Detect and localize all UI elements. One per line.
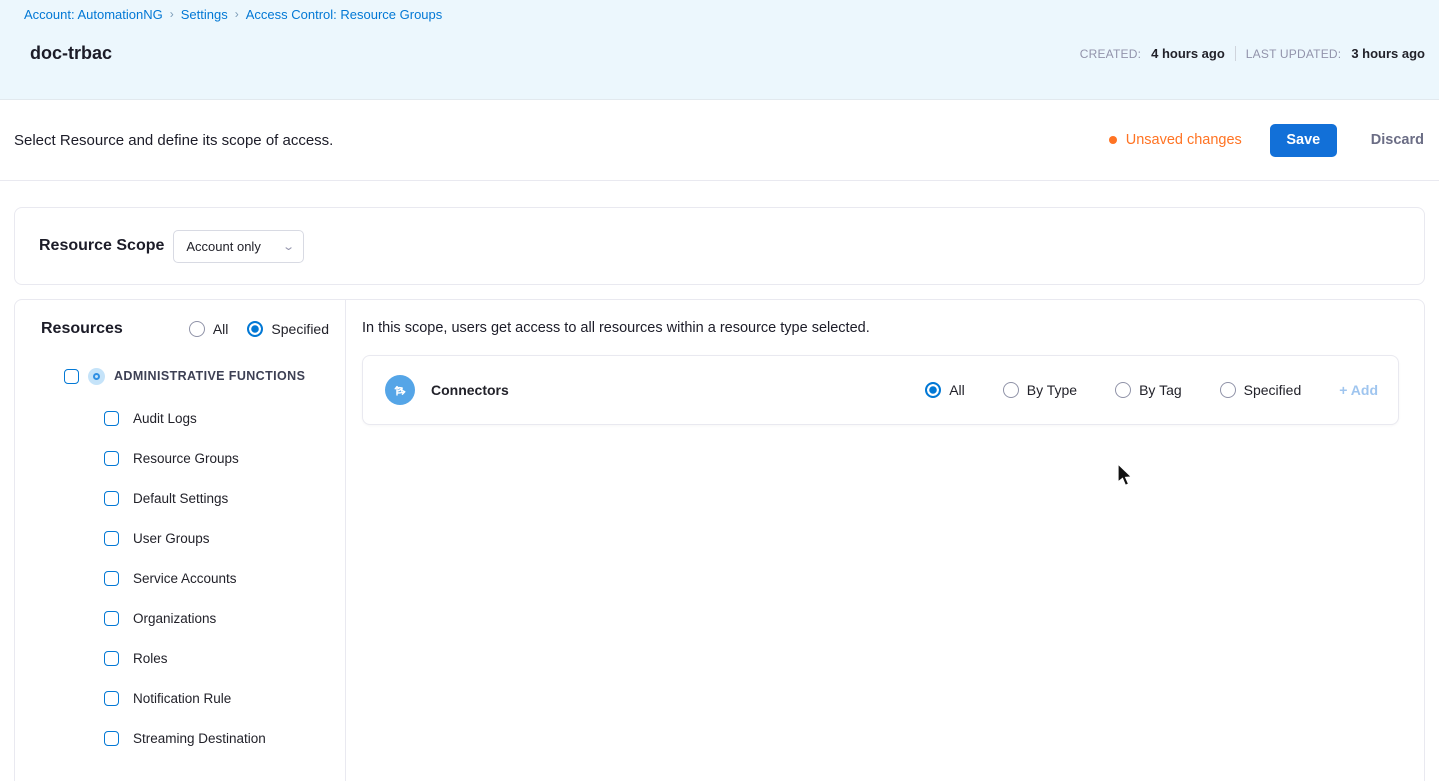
group-checkbox[interactable] [64, 368, 79, 384]
resource-group-detail-page: Account: AutomationNG › Settings › Acces… [0, 0, 1439, 782]
connectors-label: Connectors [431, 382, 509, 398]
breadcrumb-separator-icon: › [234, 7, 239, 21]
tree-item-label: Streaming Destination [133, 730, 266, 746]
toolbar: Select Resource and define its scope of … [0, 100, 1439, 181]
radio-selected-icon [247, 321, 264, 337]
radio-unselected-icon [1002, 382, 1019, 398]
connectors-radio-all[interactable]: All [925, 382, 965, 398]
radio-specified-label: Specified [271, 321, 329, 337]
scope-description: In this scope, users get access to all r… [362, 320, 870, 336]
resource-scope-panel: Resource Scope Account only ⌄ [14, 207, 1425, 285]
tree-item-label: Default Settings [133, 490, 229, 506]
item-checkbox[interactable] [104, 690, 119, 706]
admin-functions-bullet-icon [88, 367, 105, 385]
item-checkbox[interactable] [104, 530, 119, 546]
toolbar-description: Select Resource and define its scope of … [14, 131, 334, 149]
created-label: CREATED: [1079, 46, 1142, 61]
resource-scope-selected-value: Account only [186, 238, 261, 254]
item-checkbox[interactable] [104, 490, 119, 506]
tree-item-label: Organizations [133, 610, 217, 626]
page-header: Account: AutomationNG › Settings › Acces… [0, 0, 1439, 100]
tree-item-label: Service Accounts [133, 570, 237, 586]
tree-group-administrative-functions[interactable]: ADMINISTRATIVE FUNCTIONS [15, 365, 345, 387]
radio-unselected-icon [1219, 382, 1236, 398]
radio-specified[interactable]: Specified [247, 321, 329, 337]
connectors-icon [385, 375, 415, 405]
radio-unselected-icon [188, 321, 205, 337]
connectors-radio-by-tag-label: By Tag [1139, 382, 1182, 398]
header-meta: CREATED: 4 hours ago LAST UPDATED: 3 hou… [1080, 46, 1425, 61]
tree-item-resource-groups[interactable]: Resource Groups [15, 438, 345, 478]
resources-panel: Resources All Specified ADMINISTRATIVE F… [14, 299, 1425, 781]
last-updated-label: LAST UPDATED: [1245, 46, 1342, 61]
tree-item-label: Audit Logs [133, 410, 197, 426]
add-connectors-link[interactable]: + Add [1339, 382, 1378, 398]
item-checkbox[interactable] [104, 730, 119, 746]
tree-item-roles[interactable]: Roles [15, 638, 345, 678]
resources-mode-radio-group: All Specified [188, 321, 329, 337]
connectors-radio-specified-label: Specified [1243, 382, 1302, 398]
page-title: doc-trbac [30, 43, 113, 63]
breadcrumb-settings-link[interactable]: Settings [181, 7, 228, 22]
resource-scope-dropdown[interactable]: Account only ⌄ [173, 229, 305, 263]
tree-item-default-settings[interactable]: Default Settings [15, 478, 345, 518]
item-checkbox[interactable] [104, 410, 119, 426]
chevron-down-icon: ⌄ [282, 240, 296, 253]
radio-all-label: All [212, 321, 229, 337]
connectors-radio-by-type[interactable]: By Type [1002, 382, 1078, 398]
connectors-radio-specified[interactable]: Specified [1219, 382, 1302, 398]
unsaved-dot-icon [1108, 136, 1117, 144]
tree-item-label: Resource Groups [133, 450, 239, 466]
connectors-radio-by-tag[interactable]: By Tag [1115, 382, 1182, 398]
tree-item-label: Roles [133, 650, 168, 666]
group-label: ADMINISTRATIVE FUNCTIONS [114, 369, 306, 383]
breadcrumb-account-link[interactable]: Account: AutomationNG [24, 7, 163, 22]
unsaved-changes-badge: Unsaved changes [1108, 132, 1242, 148]
breadcrumb-access-control-link[interactable]: Access Control: Resource Groups [246, 7, 443, 22]
resources-sidebar: Resources All Specified ADMINISTRATIVE F… [15, 300, 346, 781]
tree-item-service-accounts[interactable]: Service Accounts [15, 558, 345, 598]
resource-type-tree: ADMINISTRATIVE FUNCTIONS Audit Logs Reso… [15, 365, 345, 758]
tree-item-label: Notification Rule [133, 690, 232, 706]
connectors-row: Connectors All By Type By Tag Specified … [362, 355, 1399, 425]
radio-all[interactable]: All [188, 321, 229, 337]
item-checkbox[interactable] [104, 450, 119, 466]
connectors-radio-all-label: All [949, 382, 965, 398]
meta-divider [1234, 46, 1236, 61]
resources-detail: In this scope, users get access to all r… [346, 300, 1424, 781]
last-updated-value: 3 hours ago [1351, 46, 1425, 61]
tree-item-streaming-destination[interactable]: Streaming Destination [15, 718, 345, 758]
tree-item-label: User Groups [133, 530, 210, 546]
tree-item-audit-logs[interactable]: Audit Logs [15, 398, 345, 438]
tree-item-organizations[interactable]: Organizations [15, 598, 345, 638]
item-checkbox[interactable] [104, 650, 119, 666]
resource-scope-heading: Resource Scope [39, 237, 165, 254]
breadcrumb-separator-icon: › [169, 7, 174, 21]
item-checkbox[interactable] [104, 570, 119, 586]
breadcrumb: Account: AutomationNG › Settings › Acces… [24, 5, 1425, 23]
save-button[interactable]: Save [1269, 123, 1337, 157]
radio-selected-icon [925, 382, 942, 398]
tree-item-notification-rule[interactable]: Notification Rule [15, 678, 345, 718]
unsaved-changes-label: Unsaved changes [1125, 132, 1242, 148]
discard-button[interactable]: Discard [1371, 132, 1424, 148]
connectors-radio-by-type-label: By Type [1026, 382, 1078, 398]
connectors-access-radio-group: All By Type By Tag Specified + Add [925, 382, 1378, 398]
tree-item-user-groups[interactable]: User Groups [15, 518, 345, 558]
radio-unselected-icon [1115, 382, 1132, 398]
content-area: Resource Scope Account only ⌄ Resources … [0, 181, 1439, 781]
created-value: 4 hours ago [1151, 46, 1225, 61]
item-checkbox[interactable] [104, 610, 119, 626]
resources-heading: Resources [41, 320, 123, 337]
